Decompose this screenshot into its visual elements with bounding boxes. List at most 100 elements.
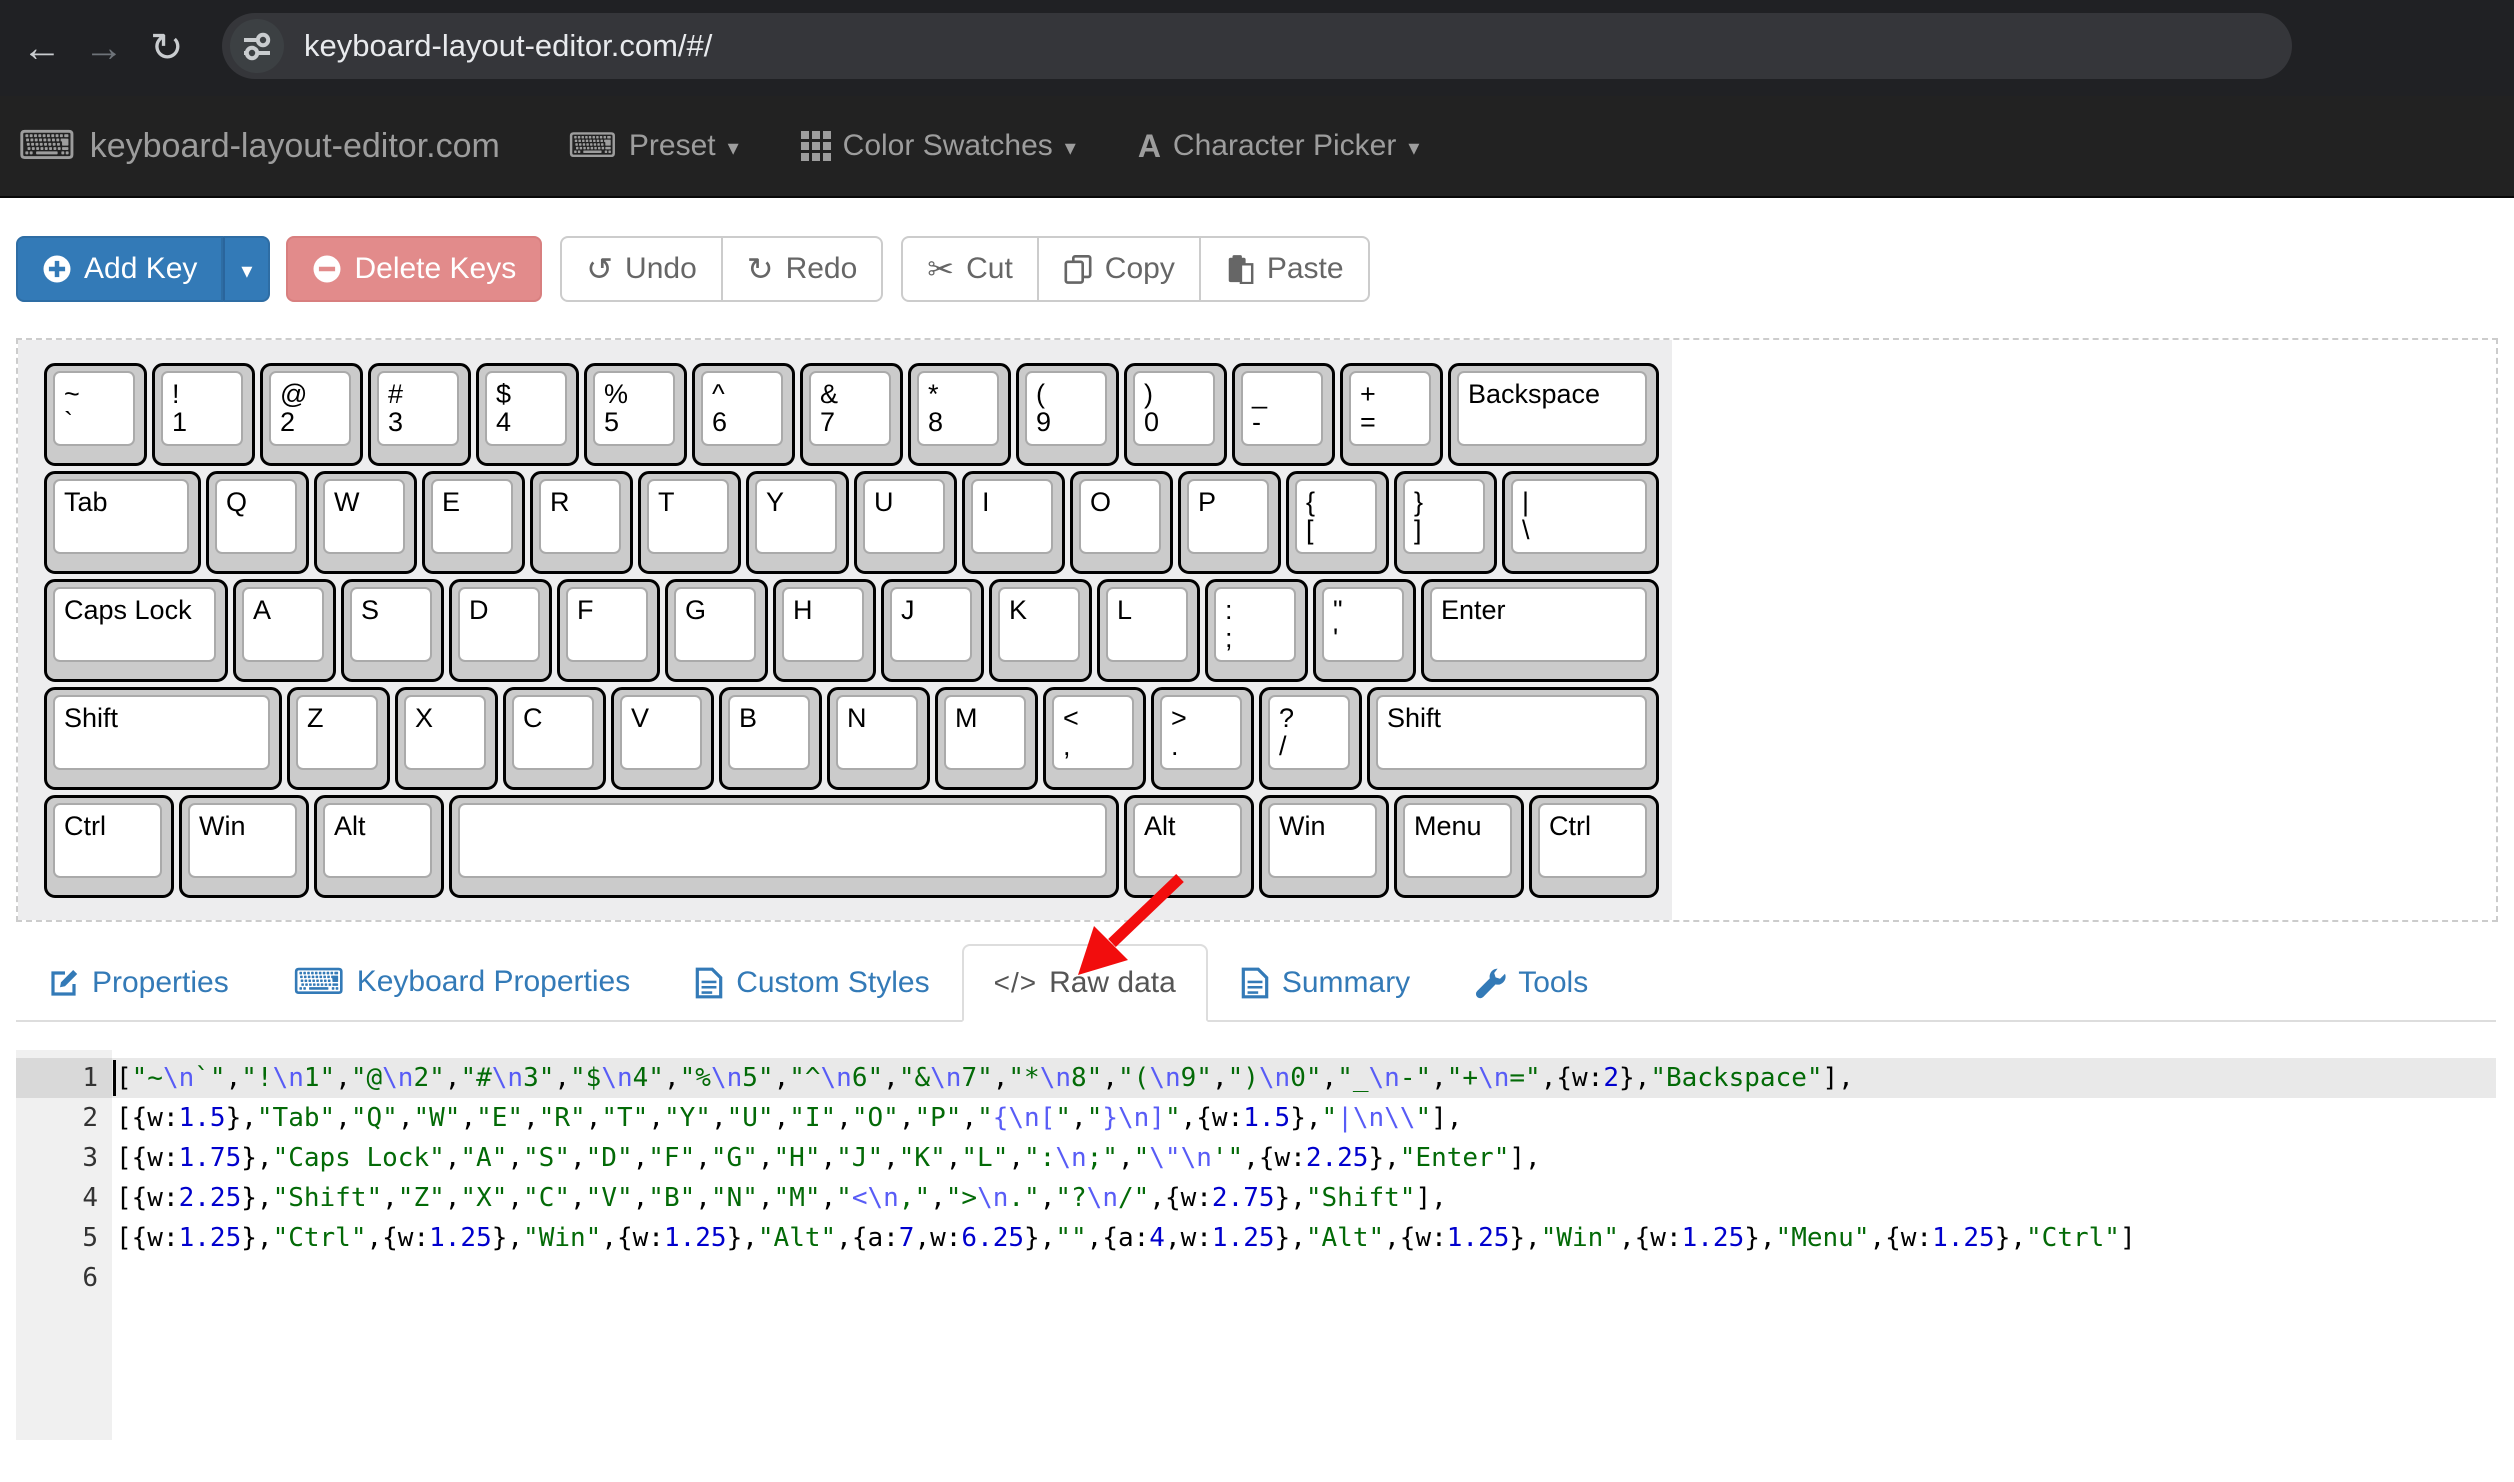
key-u[interactable]: U xyxy=(854,471,957,574)
key--[interactable]: ?/ xyxy=(1259,687,1362,790)
code-line[interactable]: [{w:2.25},"Shift","Z","X","C","V","B","N… xyxy=(112,1178,2496,1218)
add-key-dropdown-button[interactable]: ▾ xyxy=(223,236,270,302)
undo-button[interactable]: ↺ Undo xyxy=(560,236,723,302)
key--[interactable]: _- xyxy=(1232,363,1335,466)
code-line[interactable] xyxy=(112,1258,2496,1298)
key--[interactable]: }] xyxy=(1394,471,1497,574)
key-backspace[interactable]: Backspace xyxy=(1448,363,1659,466)
key-ctrl[interactable]: Ctrl xyxy=(1529,795,1659,898)
key-o[interactable]: O xyxy=(1070,471,1173,574)
key-caps-lock[interactable]: Caps Lock xyxy=(44,579,228,682)
key-b[interactable]: B xyxy=(719,687,822,790)
key-d[interactable]: D xyxy=(449,579,552,682)
key-v[interactable]: V xyxy=(611,687,714,790)
code-line[interactable]: ["~\n`","!\n1","@\n2","#\n3","$\n4","%\n… xyxy=(112,1058,2496,1098)
browser-forward-icon[interactable]: → xyxy=(84,0,124,96)
key-k[interactable]: K xyxy=(989,579,1092,682)
url-text[interactable]: keyboard-layout-editor.com/#/ xyxy=(304,13,712,79)
key-ctrl[interactable]: Ctrl xyxy=(44,795,174,898)
address-bar[interactable]: keyboard-layout-editor.com/#/ xyxy=(222,13,2292,79)
code-line[interactable]: [{w:1.25},"Ctrl",{w:1.25},"Win",{w:1.25}… xyxy=(112,1218,2496,1258)
key-z[interactable]: Z xyxy=(287,687,390,790)
key-h[interactable]: H xyxy=(773,579,876,682)
site-brand[interactable]: ⌨ keyboard-layout-editor.com xyxy=(18,126,500,166)
key-t[interactable]: T xyxy=(638,471,741,574)
key-w[interactable]: W xyxy=(314,471,417,574)
tab-properties[interactable]: Properties xyxy=(16,944,261,1022)
key-tab[interactable]: Tab xyxy=(44,471,201,574)
key--[interactable]: (9 xyxy=(1016,363,1119,466)
key-label-top: ( xyxy=(1036,381,1045,408)
tab-summary-label: Summary xyxy=(1282,966,1410,1000)
key-space[interactable] xyxy=(449,795,1119,898)
key--[interactable]: )0 xyxy=(1124,363,1227,466)
menu-color-swatches[interactable]: Color Swatches ▾ xyxy=(801,129,1076,163)
key-menu[interactable]: Menu xyxy=(1394,795,1524,898)
key--[interactable]: @2 xyxy=(260,363,363,466)
tab-custom-styles[interactable]: Custom Styles xyxy=(662,944,961,1022)
menu-character-picker[interactable]: A Character Picker ▾ xyxy=(1138,128,1420,165)
key--[interactable]: ~` xyxy=(44,363,147,466)
code-line[interactable]: [{w:1.5},"Tab","Q","W","E","R","T","Y","… xyxy=(112,1098,2496,1138)
raw-data-editor[interactable]: 123456 ["~\n`","!\n1","@\n2","#\n3","$\n… xyxy=(16,1050,2496,1440)
browser-reload-icon[interactable]: ↻ xyxy=(150,0,184,96)
key-j[interactable]: J xyxy=(881,579,984,682)
key--[interactable]: <, xyxy=(1043,687,1146,790)
key-shift[interactable]: Shift xyxy=(44,687,282,790)
key-win[interactable]: Win xyxy=(1259,795,1389,898)
key-y[interactable]: Y xyxy=(746,471,849,574)
key--[interactable]: {[ xyxy=(1286,471,1389,574)
key--[interactable]: $4 xyxy=(476,363,579,466)
key--[interactable]: ^6 xyxy=(692,363,795,466)
menu-preset[interactable]: ⌨ Preset ▾ xyxy=(568,129,739,163)
key--[interactable]: %5 xyxy=(584,363,687,466)
key--[interactable]: *8 xyxy=(908,363,1011,466)
tab-keyboard-properties[interactable]: ⌨ Keyboard Properties xyxy=(261,942,662,1022)
key-q[interactable]: Q xyxy=(206,471,309,574)
key--[interactable]: !1 xyxy=(152,363,255,466)
key--[interactable]: #3 xyxy=(368,363,471,466)
browser-back-icon[interactable]: ← xyxy=(22,0,62,96)
key-i[interactable]: I xyxy=(962,471,1065,574)
key--[interactable]: |\ xyxy=(1502,471,1659,574)
tab-summary[interactable]: Summary xyxy=(1208,944,1442,1022)
key-a[interactable]: A xyxy=(233,579,336,682)
key--[interactable]: += xyxy=(1340,363,1443,466)
tab-tools[interactable]: Tools xyxy=(1442,944,1620,1022)
site-settings-chip[interactable] xyxy=(230,19,284,73)
key-p[interactable]: P xyxy=(1178,471,1281,574)
key--[interactable]: "' xyxy=(1313,579,1416,682)
key-m[interactable]: M xyxy=(935,687,1038,790)
key-alt[interactable]: Alt xyxy=(1124,795,1254,898)
key-c[interactable]: C xyxy=(503,687,606,790)
delete-keys-button[interactable]: Delete Keys xyxy=(286,236,542,302)
key-win[interactable]: Win xyxy=(179,795,309,898)
key-s[interactable]: S xyxy=(341,579,444,682)
key-r[interactable]: R xyxy=(530,471,633,574)
code-line[interactable]: [{w:1.75},"Caps Lock","A","S","D","F","G… xyxy=(112,1138,2496,1178)
key-alt[interactable]: Alt xyxy=(314,795,444,898)
redo-button[interactable]: ↻ Redo xyxy=(723,236,884,302)
code-token: 1.25 xyxy=(179,1223,242,1253)
key--[interactable]: >. xyxy=(1151,687,1254,790)
key-e[interactable]: E xyxy=(422,471,525,574)
cut-button[interactable]: ✂ Cut xyxy=(901,236,1039,302)
key-n[interactable]: N xyxy=(827,687,930,790)
add-key-button[interactable]: Add Key xyxy=(16,236,223,302)
editor-code-area[interactable]: ["~\n`","!\n1","@\n2","#\n3","$\n4","%\n… xyxy=(112,1050,2496,1440)
key-x[interactable]: X xyxy=(395,687,498,790)
key-g[interactable]: G xyxy=(665,579,768,682)
key-enter[interactable]: Enter xyxy=(1421,579,1659,682)
copy-button[interactable]: Copy xyxy=(1039,236,1201,302)
key--[interactable]: &7 xyxy=(800,363,903,466)
code-token: }, xyxy=(1275,1183,1306,1213)
keycap-surface: M xyxy=(944,695,1026,770)
key-label-top: > xyxy=(1171,705,1187,732)
copy-label: Copy xyxy=(1105,252,1175,286)
key-f[interactable]: F xyxy=(557,579,660,682)
key-l[interactable]: L xyxy=(1097,579,1200,682)
key--[interactable]: :; xyxy=(1205,579,1308,682)
key-shift[interactable]: Shift xyxy=(1367,687,1659,790)
paste-button[interactable]: Paste xyxy=(1201,236,1370,302)
tab-raw-data[interactable]: </> Raw data xyxy=(962,944,1208,1022)
